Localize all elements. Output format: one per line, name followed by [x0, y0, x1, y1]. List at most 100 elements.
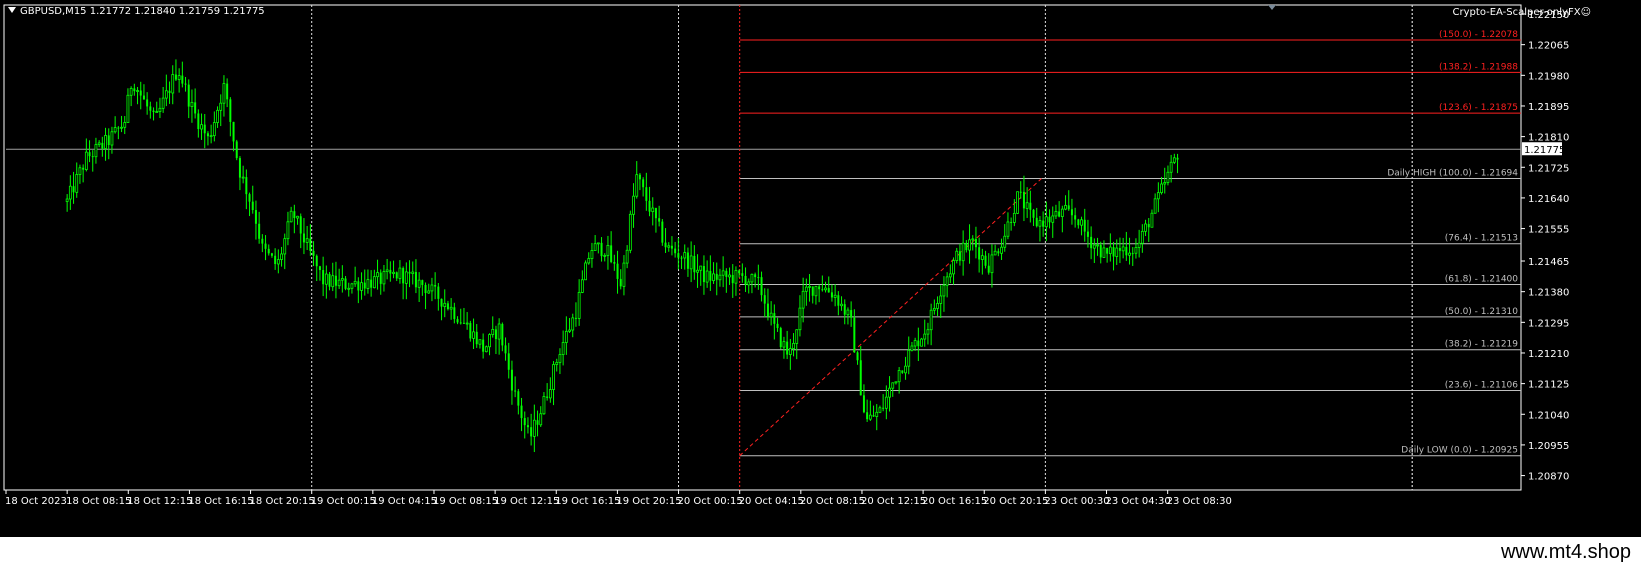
- candle-body-bull: [289, 210, 293, 223]
- chart-window[interactable]: (150.0) - 1.22078 (138.2) - 1.21988 (123.6…: [0, 0, 1641, 537]
- candle-body-bull: [136, 90, 139, 92]
- candle-body-bull: [491, 329, 495, 335]
- candle-body-bear: [88, 152, 91, 157]
- candle-body-bull: [920, 338, 923, 347]
- y-tick-label: 1.21725: [1528, 163, 1569, 174]
- fib-level-label: (50.0) - 1.21310: [1445, 307, 1519, 317]
- candle-body-bear: [1074, 215, 1077, 220]
- candle-body-bear: [462, 322, 465, 324]
- candle-body-bull: [324, 273, 328, 285]
- candle-body-bull: [465, 322, 469, 325]
- chart-menu-triangle-icon[interactable]: [8, 7, 16, 13]
- x-tick-label: 20 Oct 20:15: [983, 496, 1048, 507]
- candle-body-bear: [194, 102, 197, 114]
- candle-body-bear: [168, 90, 171, 93]
- candle-body-bull: [283, 238, 287, 255]
- candle-body-bear: [258, 223, 261, 239]
- candle-body-bull: [241, 176, 245, 179]
- candle-body-bull: [177, 75, 181, 80]
- fib-level-label: Daily LOW (0.0) - 1.20925: [1401, 446, 1518, 456]
- fib-level-label: (123.6) - 1.21875: [1439, 103, 1518, 113]
- candle-body-bear: [818, 286, 821, 290]
- candle-body-bull: [155, 111, 159, 113]
- candle-body-bull: [1169, 161, 1173, 173]
- candle-body-bull: [552, 364, 555, 390]
- candle-body-bull: [129, 87, 133, 96]
- candle-body-bear: [446, 303, 449, 310]
- candle-body-bull: [1140, 230, 1144, 244]
- footer-bar: [0, 537, 1641, 569]
- candle-body-bear: [866, 412, 869, 420]
- candle-body-bear: [251, 201, 254, 211]
- candle-body-bull: [190, 101, 194, 108]
- price-chart[interactable]: (150.0) - 1.22078 (138.2) - 1.21988 (123.6…: [0, 0, 1641, 537]
- candle-body-bull: [1144, 223, 1147, 232]
- candle-body-bull: [411, 271, 415, 274]
- candle-body-bull: [104, 135, 107, 149]
- expert-advisor-label[interactable]: Crypto-EA-Scalper-onlyFX☺: [1453, 6, 1591, 20]
- candle-body-bull: [968, 239, 971, 251]
- candle-body-bull: [929, 309, 933, 331]
- candle-body-bear: [709, 271, 712, 281]
- candle-body-bear: [1086, 231, 1089, 237]
- candle-body-bear: [133, 88, 136, 92]
- candle-body-bear: [174, 74, 177, 80]
- candle-body-bear: [811, 286, 814, 296]
- candle-body-bull: [427, 290, 431, 294]
- x-tick-label: 18 Oct 16:15: [188, 496, 253, 507]
- candle-body-bear: [978, 247, 981, 260]
- candle-body-bull: [1102, 247, 1106, 258]
- candle-body-bear: [776, 323, 779, 329]
- candle-body-bull: [350, 283, 354, 289]
- candle-body-bull: [955, 250, 959, 261]
- candle-body-bull: [891, 382, 895, 389]
- candle-body-bear: [293, 211, 296, 219]
- candle-body-bull: [1038, 220, 1042, 227]
- candle-body-bear: [402, 268, 405, 284]
- candle-body-bull: [1150, 212, 1154, 228]
- candle-body-bear: [357, 281, 360, 291]
- candle-body-bull: [532, 419, 536, 437]
- candle-body-bull: [212, 122, 216, 137]
- candle-body-bear: [741, 273, 744, 276]
- candle-body-bear: [693, 255, 696, 273]
- smiley-icon: ☺: [1580, 7, 1591, 18]
- candle-body-bear: [203, 124, 206, 134]
- candle-body-bull: [952, 260, 955, 275]
- candle-body-bear: [91, 156, 94, 158]
- candle-body-bear: [453, 307, 456, 320]
- x-tick-label: 20 Oct 12:15: [861, 496, 926, 507]
- candle-body-bear: [389, 269, 392, 274]
- candle-body-bear: [437, 286, 440, 299]
- candle-body-bull: [948, 273, 952, 278]
- fib-level-label: Daily HIGH (100.0) - 1.21694: [1387, 168, 1518, 178]
- candle-body-bull: [219, 102, 223, 111]
- candle-body-bull: [1060, 208, 1064, 217]
- candle-body-bear: [363, 282, 366, 289]
- candle-body-bear: [661, 221, 664, 243]
- candle-body-bear: [754, 274, 757, 278]
- candle-body-bull: [376, 272, 379, 278]
- candle-body-bull: [833, 294, 837, 298]
- y-tick-label: 1.21895: [1528, 102, 1569, 113]
- candle-body-bull: [120, 126, 123, 129]
- x-tick-label: 20 Oct 04:15: [739, 496, 804, 507]
- candle-body-bull: [164, 90, 168, 99]
- candle-body-bull: [622, 262, 626, 287]
- candle-body-bear: [101, 142, 104, 149]
- candle-body-bull: [580, 279, 584, 293]
- candle-body-bull: [990, 254, 994, 274]
- candle-body-bull: [606, 244, 610, 256]
- candle-body-bear: [315, 255, 318, 267]
- candle-body-bear: [766, 303, 769, 317]
- candle-body-bull: [696, 269, 699, 273]
- y-tick-label: 1.21210: [1528, 349, 1569, 360]
- candle-body-bear: [1090, 236, 1093, 249]
- candle-body-bear: [322, 270, 325, 285]
- candle-body-bear: [1048, 216, 1051, 223]
- y-tick-label: 1.21555: [1528, 225, 1569, 236]
- candle-body-bear: [424, 284, 427, 294]
- candle-body-bear: [414, 272, 417, 288]
- candle-body-bear: [184, 83, 187, 85]
- candle-body-bull: [398, 267, 402, 279]
